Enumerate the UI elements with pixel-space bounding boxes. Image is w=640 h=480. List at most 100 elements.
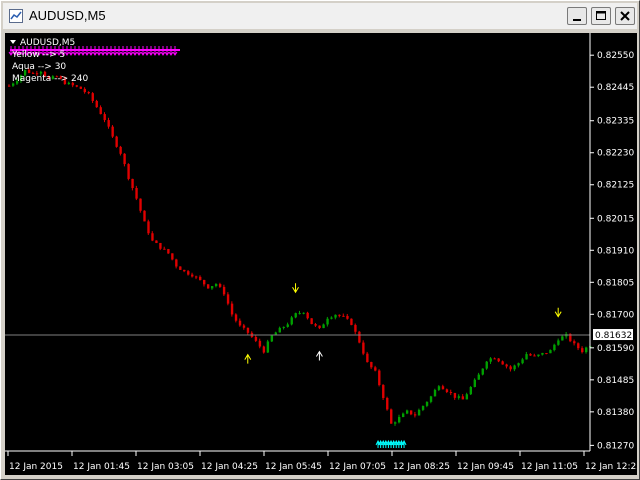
candle-body xyxy=(218,284,222,287)
chart-window: AUDUSD,M5 0.82550 0.82445 0.82335 0.82230 0.… xyxy=(0,0,640,480)
candle-body xyxy=(91,93,94,101)
candle-body xyxy=(294,313,297,318)
candle-body xyxy=(445,389,449,393)
candle-body xyxy=(537,354,540,356)
candle-body xyxy=(382,385,385,398)
candle-body xyxy=(521,359,524,364)
candle-body xyxy=(469,386,473,395)
candle-body xyxy=(127,164,130,179)
candle-body xyxy=(119,146,122,154)
candle-body xyxy=(417,409,421,416)
candle-body xyxy=(282,326,285,328)
candle-body xyxy=(421,405,425,410)
candle-body xyxy=(449,392,453,394)
candle-body xyxy=(378,370,381,386)
candle-body xyxy=(214,284,218,287)
candle-body xyxy=(362,342,365,354)
candle-body xyxy=(549,350,552,354)
candle-body xyxy=(131,178,134,189)
candle-body xyxy=(505,364,508,367)
candle-body xyxy=(254,336,258,341)
candle-body xyxy=(390,409,393,424)
candle-body xyxy=(354,324,357,332)
close-icon xyxy=(620,11,630,21)
candle-body xyxy=(501,361,504,365)
y-tick-label: 0.81910 xyxy=(597,246,634,256)
candle-body xyxy=(179,266,182,270)
candle-body xyxy=(374,367,377,371)
price-chart[interactable]: 0.82550 0.82445 0.82335 0.82230 0.82125 0.820… xyxy=(5,33,637,475)
candle-body xyxy=(429,396,433,402)
candle-body xyxy=(306,312,309,319)
arrow-up-icon xyxy=(401,439,407,448)
candle-body xyxy=(405,410,409,414)
x-tick-label: 12 Jan 09:45 xyxy=(457,462,514,472)
candle-body xyxy=(155,240,158,243)
candle-body xyxy=(485,361,488,369)
candle-body xyxy=(330,317,333,319)
candle-body xyxy=(226,294,230,304)
candle-body xyxy=(187,271,190,275)
y-tick-label: 0.82445 xyxy=(597,83,634,93)
candle-body xyxy=(314,324,317,326)
candle-body xyxy=(210,286,214,289)
candle-body xyxy=(322,324,325,329)
candle-body xyxy=(461,396,465,400)
title-bar[interactable]: AUDUSD,M5 xyxy=(3,3,637,29)
candle-body xyxy=(453,392,457,398)
x-tick-label: 12 Jan 03:05 xyxy=(137,462,194,472)
minimize-icon xyxy=(573,19,581,21)
candle-body xyxy=(346,315,349,319)
candle-body xyxy=(302,312,305,314)
candle-body xyxy=(171,253,174,260)
candle-body xyxy=(437,386,441,390)
candle-body xyxy=(334,314,337,318)
current-price-label: 0.81632 xyxy=(595,331,632,341)
y-tick-label: 0.82550 xyxy=(597,51,634,61)
maximize-button[interactable] xyxy=(591,7,611,25)
minimize-button[interactable] xyxy=(567,7,587,25)
candle-body xyxy=(477,374,480,380)
maximize-icon xyxy=(596,11,606,20)
candle-body xyxy=(401,413,405,418)
candle-body xyxy=(87,92,90,94)
candle-body xyxy=(409,410,413,415)
arrow-up-icon xyxy=(244,353,252,364)
candle-body xyxy=(553,344,556,351)
triangle-down-icon[interactable] xyxy=(10,40,16,44)
candle-body xyxy=(573,341,576,344)
close-button[interactable] xyxy=(615,7,635,25)
legend-aqua: Aqua --> 30 xyxy=(12,62,66,72)
candle-body xyxy=(513,365,516,370)
time-axis: 12 Jan 2015 12 Jan 01:45 12 Jan 03:05 12 Ja… xyxy=(7,451,637,472)
candle-body xyxy=(103,114,106,121)
candle-body xyxy=(326,318,329,325)
y-tick-label: 0.82015 xyxy=(597,214,634,224)
candle-body xyxy=(107,120,110,127)
candle-body xyxy=(386,397,389,410)
candle-body xyxy=(234,314,238,321)
candle-body xyxy=(159,242,162,249)
candle-body xyxy=(206,284,210,289)
y-tick-label: 0.81380 xyxy=(597,408,634,418)
y-tick-label: 0.81700 xyxy=(597,310,634,320)
candle-body xyxy=(481,368,484,375)
legend-yellow: Yellow --> 5 xyxy=(11,50,65,60)
candle-body xyxy=(266,341,270,353)
candle-body xyxy=(139,198,142,211)
candlestick-chart[interactable]: 0.82550 0.82445 0.82335 0.82230 0.82125 0.820… xyxy=(5,33,637,475)
candle-body xyxy=(561,336,564,341)
candle-body xyxy=(581,348,584,353)
window-title: AUDUSD,M5 xyxy=(29,8,106,23)
y-tick-label: 0.82335 xyxy=(597,117,634,127)
current-price-tag: 0.81632 xyxy=(593,329,633,341)
candle-body xyxy=(147,221,150,234)
x-tick-label: 12 Jan 01:45 xyxy=(73,462,130,472)
candle-body xyxy=(167,249,170,254)
candle-body xyxy=(258,340,262,347)
candle-body xyxy=(79,86,83,89)
candle-body xyxy=(230,303,234,315)
x-tick-label: 12 Jan 11:05 xyxy=(521,462,578,472)
candle-body xyxy=(529,354,532,356)
candle-body xyxy=(175,259,178,267)
